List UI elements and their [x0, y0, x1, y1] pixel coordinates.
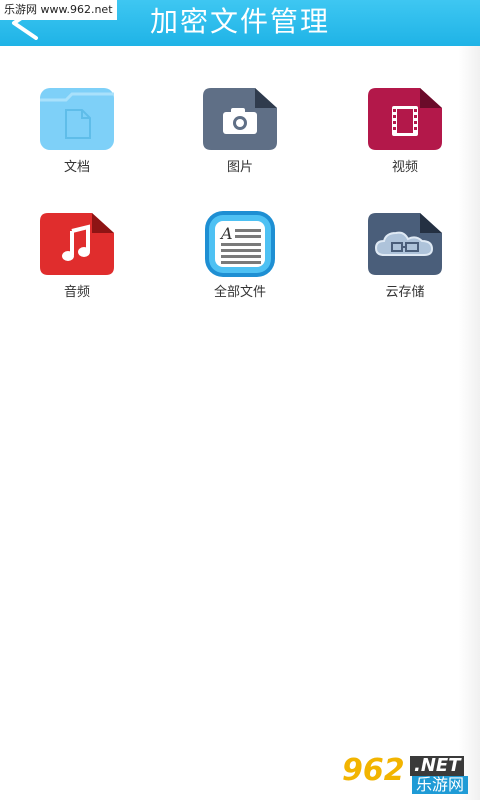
- svg-text:A: A: [219, 224, 233, 243]
- site-watermark-top: 乐游网 www.962.net: [0, 0, 117, 20]
- folder-document-icon: [40, 88, 114, 150]
- tile-label: 音频: [63, 285, 90, 300]
- film-icon: [368, 88, 442, 150]
- tile-cloud-storage[interactable]: 云存储: [340, 211, 470, 315]
- tile-audio[interactable]: 音频: [12, 211, 142, 315]
- tile-images[interactable]: 图片: [175, 86, 305, 190]
- watermark-site-name: 乐游网: [412, 776, 469, 794]
- camera-icon: [203, 88, 277, 150]
- scroll-shadow-edge: [458, 46, 480, 800]
- tile-videos[interactable]: 视频: [340, 86, 470, 190]
- tile-label: 云存储: [385, 285, 425, 300]
- tile-label: 文档: [63, 160, 90, 175]
- tile-documents[interactable]: 文档: [12, 86, 142, 190]
- site-watermark-bottom: 962 .NET 乐游网: [342, 754, 474, 796]
- cloud-storage-icon: [368, 213, 442, 275]
- tile-label: 图片: [226, 160, 253, 175]
- all-files-icon: A: [205, 211, 275, 277]
- tile-all-files[interactable]: A 全部文件: [175, 211, 305, 315]
- watermark-net: .NET: [410, 756, 465, 776]
- tile-label: 全部文件: [213, 285, 266, 300]
- music-note-icon: [40, 213, 114, 275]
- watermark-number: 962: [342, 753, 405, 788]
- tile-label: 视频: [391, 160, 418, 175]
